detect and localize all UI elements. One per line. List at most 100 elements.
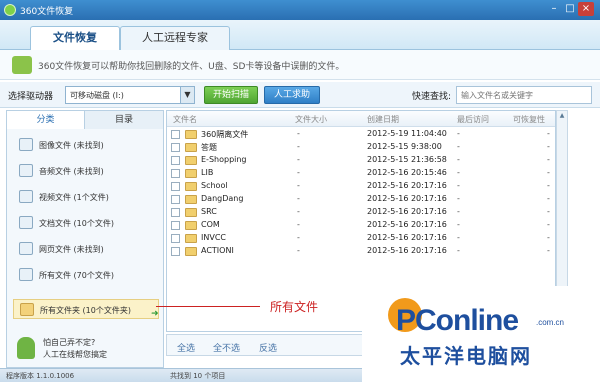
created-date: 2012-5-16 20:17:16 [367,233,447,242]
category-all-files[interactable]: 所有文件 (70个文件) [13,265,159,285]
recoverability: - [547,129,550,138]
accessed-date: - [457,168,460,177]
table-row[interactable]: ACTIONI - 2012-5-16 20:17:16 - - [167,245,555,258]
column-recoverability[interactable]: 可恢复性 [513,114,545,125]
select-none-link[interactable]: 全不选 [213,341,240,354]
maximize-button[interactable]: □ [562,2,578,16]
info-text: 360文件恢复可以帮助你找回删除的文件、U盘、SD卡等设备中误删的文件。 [38,62,345,72]
category-all-folders[interactable]: 所有文件夹 (10个文件夹) [13,299,159,319]
category-audio[interactable]: 音频文件 (未找到) [13,161,159,181]
recoverability: - [547,207,550,216]
column-name[interactable]: 文件名 [173,114,197,125]
tab-category[interactable]: 分类 [7,111,85,129]
category-documents[interactable]: 文档文件 (10个文件) [13,213,159,233]
title-bar: 360文件恢复 – □ × [0,0,600,20]
tab-directory[interactable]: 目录 [85,111,163,129]
category-video[interactable]: 视频文件 (1个文件) [13,187,159,207]
row-checkbox[interactable] [171,182,180,191]
recoverability: - [547,168,550,177]
watermark-brand: PConline [396,304,519,337]
category-webpages[interactable]: 网页文件 (未找到) [13,239,159,259]
row-checkbox[interactable] [171,208,180,217]
column-created[interactable]: 创建日期 [367,114,399,125]
folder-icon [185,143,197,152]
column-accessed[interactable]: 最后访问 [457,114,489,125]
recoverability: - [547,194,550,203]
folder-icon [185,182,197,191]
manual-help-button[interactable]: 人工求助 [264,86,320,104]
scroll-up-icon[interactable]: ▲ [558,112,566,120]
file-size: - [297,181,300,190]
start-scan-button[interactable]: 开始扫描 [204,86,258,104]
audio-file-icon [19,164,33,177]
recovery-info-icon [12,56,32,74]
table-row[interactable]: SRC - 2012-5-16 20:17:16 - - [167,206,555,219]
file-name: 答题 [201,143,217,152]
row-checkbox[interactable] [171,221,180,230]
quick-search-label: 快速查找: [412,92,452,102]
tab-file-recovery[interactable]: 文件恢复 [30,26,120,50]
file-name: E-Shopping [201,155,247,164]
folder-icon [185,195,197,204]
row-checkbox[interactable] [171,195,180,204]
table-row[interactable]: School - 2012-5-16 20:17:16 - - [167,180,555,193]
minimize-button[interactable]: – [546,2,562,16]
recoverability: - [547,233,550,242]
row-checkbox[interactable] [171,143,180,152]
help-line-1: 怕自己弄不定? [43,338,96,347]
created-date: 2012-5-16 20:17:16 [367,246,447,255]
column-size[interactable]: 文件大小 [295,114,327,125]
table-row[interactable]: 360隔离文件 - 2012-5-19 11:04:40 - - [167,128,555,141]
row-checkbox[interactable] [171,156,180,165]
table-row[interactable]: DangDang - 2012-5-16 20:17:16 - - [167,193,555,206]
tab-remote-expert[interactable]: 人工远程专家 [120,26,230,50]
table-row[interactable]: 答题 - 2012-5-15 9:38:00 - - [167,141,555,154]
select-all-link[interactable]: 全选 [177,341,195,354]
table-row[interactable]: E-Shopping - 2012-5-15 21:36:58 - - [167,154,555,167]
row-checkbox[interactable] [171,130,180,139]
table-row[interactable]: COM - 2012-5-16 20:17:16 - - [167,219,555,232]
video-file-icon [19,190,33,203]
category-label: 所有文件夹 (10个文件夹) [40,306,131,315]
table-row[interactable]: LIB - 2012-5-16 20:15:46 - - [167,167,555,180]
accessed-date: - [457,155,460,164]
file-size: - [297,233,300,242]
row-checkbox[interactable] [171,169,180,178]
created-date: 2012-5-16 20:17:16 [367,207,447,216]
chevron-down-icon[interactable]: ▼ [180,87,194,103]
folder-icon [185,130,197,139]
row-checkbox[interactable] [171,247,180,256]
accessed-date: - [457,129,460,138]
category-label: 所有文件 (70个文件) [39,271,114,280]
version-text: 程序版本 1.1.0.1006 [6,372,75,380]
invert-selection-link[interactable]: 反选 [259,341,277,354]
online-help[interactable]: 怕自己弄不定? 人工在线帮您搞定 [15,333,159,365]
found-count-text: 共找到 10 个项目 [170,372,226,380]
info-bar: 360文件恢复可以帮助你找回删除的文件、U盘、SD卡等设备中误删的文件。 [0,50,600,80]
search-input[interactable] [456,86,592,104]
created-date: 2012-5-16 20:17:16 [367,220,447,229]
toolbar: 选择驱动器 可移动磁盘 (I:) ▼ 开始扫描 人工求助 快速查找: [0,82,600,108]
close-button[interactable]: × [578,2,594,16]
accessed-date: - [457,142,460,151]
table-row[interactable]: INVCC - 2012-5-16 20:17:16 - - [167,232,555,245]
window-title: 360文件恢复 [20,7,74,17]
file-name: LIB [201,168,214,177]
category-tabs: 分类 目录 [7,111,163,129]
folder-icon [20,303,34,316]
folder-icon [185,156,197,165]
watermark-chinese: 太平洋电脑网 [400,344,532,368]
drive-select-value: 可移动磁盘 (I:) [70,91,124,100]
drive-select[interactable]: 可移动磁盘 (I:) ▼ [65,86,195,104]
accessed-date: - [457,181,460,190]
accessed-date: - [457,246,460,255]
webpage-file-icon [19,242,33,255]
selected-arrow-icon: ➜ [151,309,159,319]
folder-icon [185,208,197,217]
category-label: 网页文件 (未找到) [39,245,104,254]
category-images[interactable]: 图像文件 (未找到) [13,135,159,155]
file-name: DangDang [201,194,244,203]
recoverability: - [547,181,550,190]
row-checkbox[interactable] [171,234,180,243]
created-date: 2012-5-16 20:17:16 [367,181,447,190]
